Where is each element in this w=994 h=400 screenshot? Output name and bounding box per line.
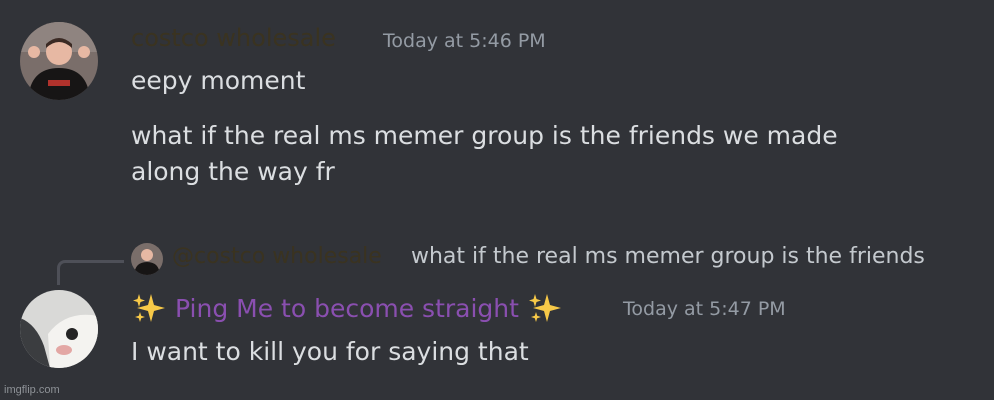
sparkles-icon [131,290,167,326]
message-author[interactable]: costco wholesale [131,24,336,52]
message-line: what if the real ms memer group is the f… [131,121,838,150]
reply-avatar-image [131,243,163,275]
message-text: what if the real ms memer group is the f… [131,118,838,190]
reply-connector [57,260,124,285]
message-author[interactable]: Ping Me to become straight [131,290,563,326]
reply-preview[interactable]: what if the real ms memer group is the f… [411,244,946,269]
message-text: eepy moment [131,66,306,95]
sparkles-icon [527,290,563,326]
reply-avatar[interactable] [131,243,163,275]
author-name[interactable]: Ping Me to become straight [175,294,519,323]
avatar-costco-wholesale[interactable] [20,22,98,100]
reply-author[interactable]: @costco wholesale [172,244,382,269]
message-text: I want to kill you for saying that [131,337,529,366]
avatar-image [20,290,98,368]
message-line: along the way fr [131,157,335,186]
message-timestamp[interactable]: Today at 5:47 PM [623,298,786,320]
avatar-image [20,22,98,100]
avatar-ping-me[interactable] [20,290,98,368]
message-timestamp[interactable]: Today at 5:46 PM [383,30,546,52]
watermark-text: imgflip.com [4,384,60,396]
